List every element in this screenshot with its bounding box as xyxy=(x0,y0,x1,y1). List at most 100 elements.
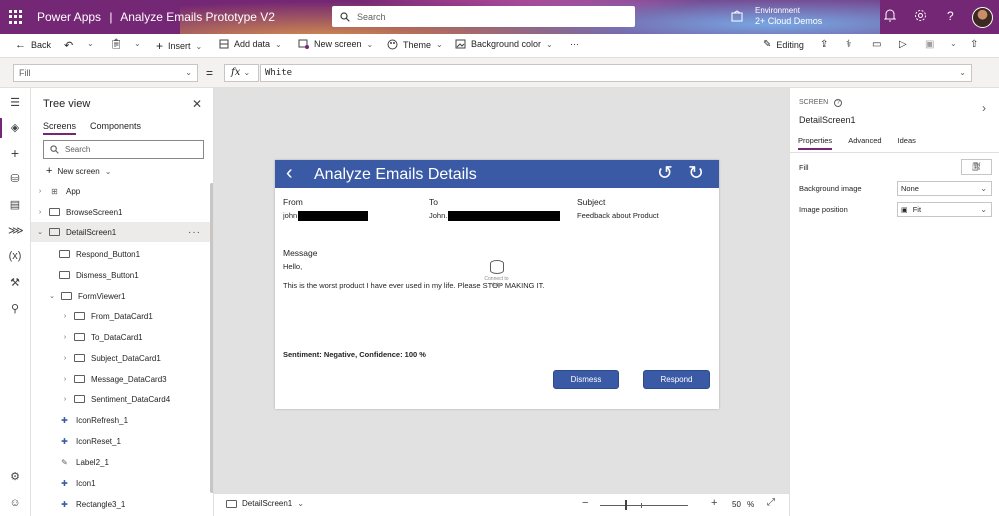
gear-icon[interactable] xyxy=(914,9,927,22)
connect-to-data-hint[interactable]: Connect to data xyxy=(479,260,514,288)
global-search[interactable]: Search xyxy=(332,6,635,27)
screen-selector[interactable]: DetailScreen1 ⌄ xyxy=(226,499,304,508)
tree-item-respond-button1[interactable]: Respond_Button1 xyxy=(31,244,212,264)
data-icon[interactable]: ⛁ xyxy=(8,172,22,186)
tree-item-detailscreen1[interactable]: ⌄ DetailScreen1 ··· xyxy=(31,222,212,242)
comments-button[interactable]: ▭ xyxy=(872,39,881,50)
refresh-icon[interactable]: ↻ xyxy=(688,163,704,184)
tree-search-input[interactable]: Search xyxy=(43,140,204,159)
environment-icon[interactable] xyxy=(731,10,743,22)
environment-picker[interactable]: Environment 2+ Cloud Demos xyxy=(755,5,822,27)
tree-item-from-datacard1[interactable]: › From_DataCard1 xyxy=(31,306,212,326)
tree-item-icon1[interactable]: ✚ Icon1 xyxy=(31,473,212,493)
avatar[interactable] xyxy=(972,7,993,28)
insert-button[interactable]: + Insert ⌄ xyxy=(156,39,202,53)
add-data-button[interactable]: Add data ⌄ xyxy=(219,39,282,49)
help-icon[interactable]: ? xyxy=(834,99,843,107)
new-screen-link[interactable]: + New screen ⌄ xyxy=(46,165,111,177)
tree-item-iconreset-1[interactable]: ✚ IconReset_1 xyxy=(31,431,212,451)
fx-icon: fx xyxy=(231,67,241,78)
paint-bucket-icon: ⛽︎ xyxy=(971,162,982,171)
respond-button[interactable]: Respond xyxy=(643,370,710,389)
app-checker-button[interactable]: ⚕ xyxy=(846,39,851,50)
app-launcher-icon[interactable] xyxy=(9,10,23,24)
more-options-icon[interactable]: ··· xyxy=(188,227,201,238)
paste-button[interactable]: 📋︎ xyxy=(110,39,123,50)
tree-item-subject-datacard1[interactable]: › Subject_DataCard1 xyxy=(31,348,212,368)
background-color-button[interactable]: Background color ⌄ xyxy=(455,39,553,49)
equals-sign: = xyxy=(206,66,214,80)
background-image-dropdown[interactable]: None ⌄ xyxy=(897,181,992,196)
back-button[interactable]: ← Back xyxy=(15,39,51,51)
undo-dropdown[interactable]: ⌄ xyxy=(87,39,94,48)
zoom-slider-thumb[interactable] xyxy=(625,500,627,510)
search-icon[interactable]: ⚲ xyxy=(8,302,22,316)
virtual-agent-icon[interactable]: ☺ xyxy=(8,496,22,510)
tree-item-sentiment-datacard4[interactable]: › Sentiment_DataCard4 xyxy=(31,389,212,409)
share-button[interactable]: ⇪ xyxy=(820,39,828,50)
reset-icon[interactable]: ↺ xyxy=(657,163,673,184)
tree-item-label: Label2_1 xyxy=(76,457,109,467)
tab-properties[interactable]: Properties xyxy=(798,136,833,150)
formula-input[interactable]: White ⌄ xyxy=(260,64,972,82)
media-icon[interactable]: ▤ xyxy=(8,198,22,212)
tab-advanced[interactable]: Advanced xyxy=(848,136,881,150)
chevron-down-icon: ⌄ xyxy=(980,184,987,193)
property-dropdown[interactable]: Fill ⌄ xyxy=(13,64,198,82)
insert-label: Insert xyxy=(168,41,191,51)
preview-button[interactable]: ▷ xyxy=(899,39,907,50)
theme-button[interactable]: Theme ⌄ xyxy=(387,39,443,50)
app-preview-screen[interactable]: ‹ Analyze Emails Details ↺ ↻ From john T… xyxy=(275,160,719,409)
app-icon: ⊞ xyxy=(51,186,58,196)
image-position-dropdown[interactable]: ▣ Fit ⌄ xyxy=(897,202,992,217)
more-commands-button[interactable]: ··· xyxy=(570,39,579,49)
tab-ideas[interactable]: Ideas xyxy=(898,136,916,150)
help-icon[interactable]: ? xyxy=(947,9,954,23)
tree-item-label2-1[interactable]: ✎ Label2_1 xyxy=(31,452,212,472)
chevron-left-icon[interactable]: ‹ xyxy=(286,162,293,184)
fx-button[interactable]: fx ⌄ xyxy=(224,64,259,82)
variables-icon[interactable]: (x) xyxy=(8,249,22,263)
zoom-in-icon[interactable]: + xyxy=(711,497,717,509)
fill-color-picker[interactable]: ⛽︎ xyxy=(961,159,992,175)
plus-icon[interactable]: + xyxy=(8,146,22,160)
tree-item-app[interactable]: › ⊞ App xyxy=(31,181,212,201)
chevron-right-icon[interactable]: › xyxy=(982,101,986,115)
hamburger-icon[interactable]: ☰ xyxy=(8,96,22,110)
tools-icon[interactable]: ⚒ xyxy=(8,276,22,290)
chevron-right-icon: › xyxy=(63,312,67,320)
paste-dropdown[interactable]: ⌄ xyxy=(134,39,141,48)
chevron-down-icon: ⌄ xyxy=(275,39,282,49)
dismiss-button[interactable]: Dismess xyxy=(553,370,619,389)
image-position-value: Fit xyxy=(912,205,922,214)
properties-tabs: Properties Advanced Ideas xyxy=(798,136,916,150)
zoom-slider[interactable] xyxy=(600,505,688,506)
bell-icon[interactable] xyxy=(884,9,896,22)
tree-item-to-datacard1[interactable]: › To_DataCard1 xyxy=(31,327,212,347)
tab-screens[interactable]: Screens xyxy=(43,121,77,135)
save-button[interactable]: ▣ xyxy=(925,39,934,50)
tree-item-rectangle3-1[interactable]: ✚ Rectangle3_1 xyxy=(31,494,212,514)
undo-button[interactable]: ↶ xyxy=(64,39,73,52)
close-icon[interactable]: ✕ xyxy=(192,97,202,111)
fit-to-window-icon[interactable]: ⤢ xyxy=(767,497,775,508)
subject-value: Feedback about Product xyxy=(577,211,659,220)
save-dropdown[interactable]: ⌄ xyxy=(950,39,957,48)
editing-mode-button[interactable]: ✎ Editing xyxy=(763,39,804,50)
image-position-label: Image position xyxy=(799,205,848,214)
tree-item-dismess-button1[interactable]: Dismess_Button1 xyxy=(31,265,212,285)
layers-icon[interactable]: ◈ xyxy=(0,118,22,138)
tree-item-message-datacard3[interactable]: › Message_DataCard3 xyxy=(31,369,212,389)
zoom-out-icon[interactable]: − xyxy=(582,497,588,509)
power-automate-icon[interactable]: ⋙ xyxy=(8,224,24,238)
tree-item-formviewer1[interactable]: ⌄ FormViewer1 xyxy=(31,286,212,306)
settings-icon[interactable]: ⚙ xyxy=(8,470,22,484)
tree-item-browsescreen1[interactable]: › BrowseScreen1 xyxy=(31,202,212,222)
chevron-down-icon: ⌄ xyxy=(185,68,192,77)
button-icon xyxy=(58,249,71,259)
publish-button[interactable]: ⇧ xyxy=(970,39,978,50)
tree-item-iconrefresh-1[interactable]: ✚ IconRefresh_1 xyxy=(31,410,212,430)
new-screen-button[interactable]: New screen ⌄ xyxy=(298,39,373,49)
background-image-label: Background image xyxy=(799,184,862,193)
tab-components[interactable]: Components xyxy=(90,121,141,135)
